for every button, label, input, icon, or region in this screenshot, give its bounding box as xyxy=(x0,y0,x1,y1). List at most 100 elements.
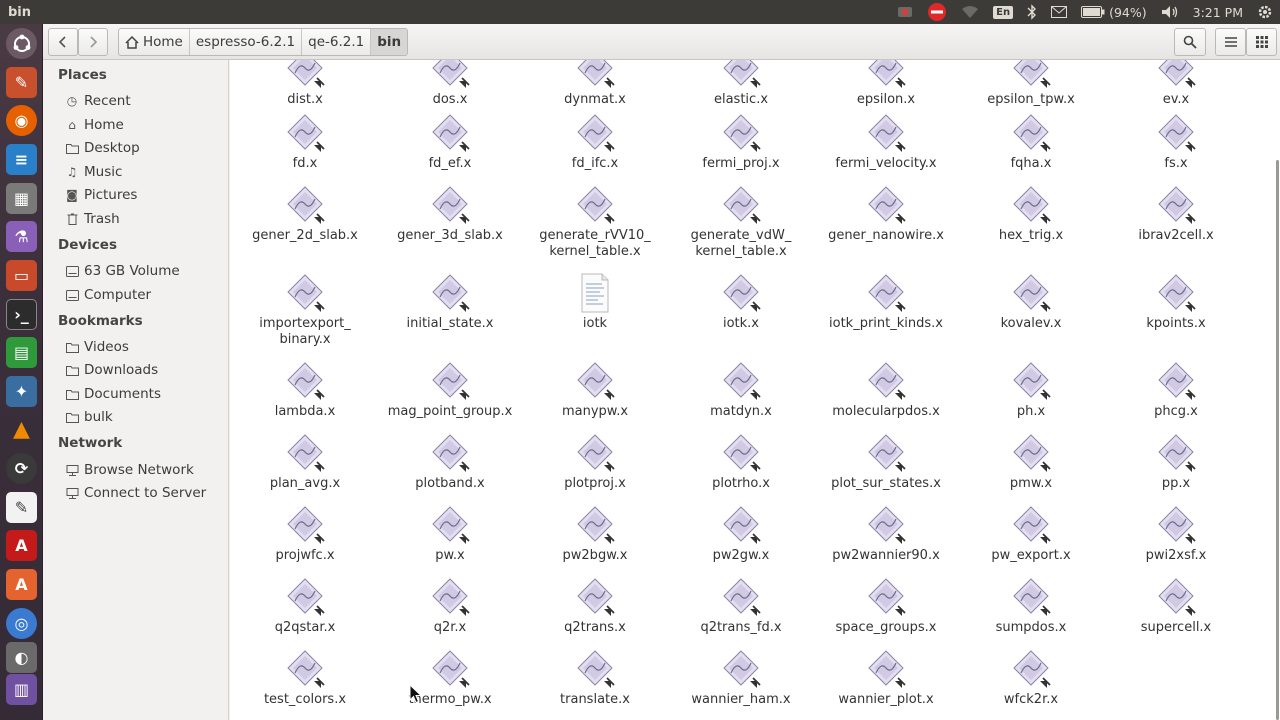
volume-icon[interactable] xyxy=(1154,0,1186,24)
file-item[interactable]: fd.x xyxy=(235,112,375,172)
trash-launcher-icon[interactable]: ▥ xyxy=(6,674,37,705)
files-app-icon[interactable]: ▭ xyxy=(6,260,37,291)
calculator-icon[interactable]: ▦ xyxy=(6,183,37,214)
writer-icon[interactable]: ≡ xyxy=(6,144,37,175)
file-item[interactable]: iotk.x xyxy=(671,272,811,332)
chrome-icon[interactable]: ◎ xyxy=(6,608,37,639)
calc-spreadsheet-icon[interactable]: ▤ xyxy=(6,337,37,368)
file-item[interactable]: gener_2d_slab.x xyxy=(235,184,375,244)
scrollbar[interactable] xyxy=(1276,160,1279,720)
keyboard-language-indicator[interactable]: En xyxy=(986,0,1020,24)
file-item[interactable]: plotproj.x xyxy=(525,432,665,492)
file-item[interactable]: gener_3d_slab.x xyxy=(380,184,520,244)
file-item[interactable]: fqha.x xyxy=(961,112,1101,172)
file-item[interactable]: mag_point_group.x xyxy=(380,360,520,420)
file-item[interactable]: manypw.x xyxy=(525,360,665,420)
file-item[interactable]: pw2bgw.x xyxy=(525,504,665,564)
file-item[interactable]: fermi_proj.x xyxy=(671,112,811,172)
file-item[interactable]: supercell.x xyxy=(1106,576,1246,636)
sidebar-item-videos[interactable]: Videos xyxy=(65,336,225,358)
mail-icon[interactable] xyxy=(1044,0,1074,24)
file-item[interactable]: gener_nanowire.x xyxy=(816,184,956,244)
bluetooth-icon[interactable] xyxy=(1020,0,1044,24)
sidebar-item-computer[interactable]: Computer xyxy=(65,284,225,306)
breadcrumb-qe[interactable]: qe-6.2.1 xyxy=(302,29,372,55)
terminal-icon[interactable]: ›_ xyxy=(6,299,37,330)
sidebar-item-documents[interactable]: Documents xyxy=(65,383,225,405)
file-item[interactable]: translate.x xyxy=(525,648,665,708)
file-item[interactable]: iotk xyxy=(525,272,665,332)
sidebar-item-connect-server[interactable]: Connect to Server xyxy=(65,482,225,504)
file-item[interactable]: fs.x xyxy=(1106,112,1246,172)
sidebar-item-recent[interactable]: ◷ Recent xyxy=(65,90,225,112)
software-center-icon[interactable]: A xyxy=(6,569,37,600)
file-item[interactable]: projwfc.x xyxy=(235,504,375,564)
file-item[interactable]: matdyn.x xyxy=(671,360,811,420)
sidebar-item-volume[interactable]: 63 GB Volume xyxy=(65,260,225,282)
file-item[interactable]: q2trans_fd.x xyxy=(671,576,811,636)
file-item[interactable]: q2trans.x xyxy=(525,576,665,636)
file-item[interactable]: ev.x xyxy=(1106,60,1246,108)
breadcrumb-home[interactable]: Home xyxy=(119,29,190,55)
file-item[interactable]: lambda.x xyxy=(235,360,375,420)
file-item[interactable]: test_colors.x xyxy=(235,648,375,708)
firefox-icon[interactable]: ◉ xyxy=(6,105,37,136)
back-button[interactable] xyxy=(48,28,78,56)
file-item[interactable]: fd_ifc.x xyxy=(525,112,665,172)
file-item[interactable]: initial_state.x xyxy=(380,272,520,332)
file-item[interactable]: plotband.x xyxy=(380,432,520,492)
file-item[interactable]: q2r.x xyxy=(380,576,520,636)
software-updater-icon[interactable]: ⟳ xyxy=(6,453,37,484)
file-item[interactable]: kovalev.x xyxy=(961,272,1101,332)
file-item[interactable]: pw2wannier90.x xyxy=(816,504,956,564)
file-item[interactable]: pw2gw.x xyxy=(671,504,811,564)
sidebar-item-home[interactable]: ⌂ Home xyxy=(65,114,225,136)
vlc-icon[interactable]: ▲ xyxy=(6,414,37,445)
file-item[interactable]: dynmat.x xyxy=(525,60,665,108)
file-item[interactable]: dist.x xyxy=(235,60,375,108)
sidebar-item-pictures[interactable]: ◙ Pictures xyxy=(65,184,225,206)
file-item[interactable]: space_groups.x xyxy=(816,576,956,636)
file-item[interactable]: plan_avg.x xyxy=(235,432,375,492)
file-item[interactable]: elastic.x xyxy=(671,60,811,108)
file-item[interactable]: pw.x xyxy=(380,504,520,564)
file-item[interactable]: ibrav2cell.x xyxy=(1106,184,1246,244)
sidebar-item-trash[interactable]: Trash xyxy=(65,208,225,230)
record-icon[interactable] xyxy=(890,0,920,24)
file-item[interactable]: hex_trig.x xyxy=(961,184,1101,244)
file-item[interactable]: pw_export.x xyxy=(961,504,1101,564)
file-item[interactable]: generate_rVV10_ kernel_table.x xyxy=(525,184,665,260)
file-item[interactable]: epsilon.x xyxy=(816,60,956,108)
file-item[interactable]: iotk_print_kinds.x xyxy=(816,272,956,332)
do-not-disturb-icon[interactable] xyxy=(920,0,954,24)
file-item[interactable]: fermi_velocity.x xyxy=(816,112,956,172)
file-item[interactable]: sumpdos.x xyxy=(961,576,1101,636)
breadcrumb-bin[interactable]: bin xyxy=(371,29,408,55)
file-item[interactable]: thermo_pw.x xyxy=(380,648,520,708)
file-item[interactable]: molecularpdos.x xyxy=(816,360,956,420)
file-item[interactable]: fd_ef.x xyxy=(380,112,520,172)
file-item[interactable]: pmw.x xyxy=(961,432,1101,492)
file-item[interactable]: dos.x xyxy=(380,60,520,108)
sidebar-item-browse-network[interactable]: Browse Network xyxy=(65,459,225,481)
file-item[interactable]: pwi2xsf.x xyxy=(1106,504,1246,564)
file-item[interactable]: kpoints.x xyxy=(1106,272,1246,332)
session-gear-icon[interactable] xyxy=(1250,0,1280,24)
sidebar-item-bulk[interactable]: bulk xyxy=(65,406,225,428)
text-editor-icon[interactable]: ✎ xyxy=(6,492,37,523)
science-app-icon[interactable]: ⚗ xyxy=(6,221,37,252)
file-item[interactable]: epsilon_tpw.x xyxy=(961,60,1101,108)
system-tools-icon[interactable]: ✎ xyxy=(6,67,37,98)
file-item[interactable]: generate_vdW_ kernel_table.x xyxy=(671,184,811,260)
file-item[interactable]: wannier_plot.x xyxy=(816,648,956,708)
file-item[interactable]: phcg.x xyxy=(1106,360,1246,420)
wifi-icon[interactable] xyxy=(954,0,986,24)
sidebar-item-downloads[interactable]: Downloads xyxy=(65,359,225,381)
clock[interactable]: 3:21 PM xyxy=(1186,0,1250,24)
disk-icon[interactable]: ◐ xyxy=(6,642,37,673)
sidebar-item-desktop[interactable]: Desktop xyxy=(65,137,225,159)
breadcrumb-espresso[interactable]: espresso-6.2.1 xyxy=(190,29,303,55)
battery-indicator[interactable]: (94%) xyxy=(1074,0,1154,24)
file-item[interactable]: wannier_ham.x xyxy=(671,648,811,708)
file-item[interactable]: q2qstar.x xyxy=(235,576,375,636)
